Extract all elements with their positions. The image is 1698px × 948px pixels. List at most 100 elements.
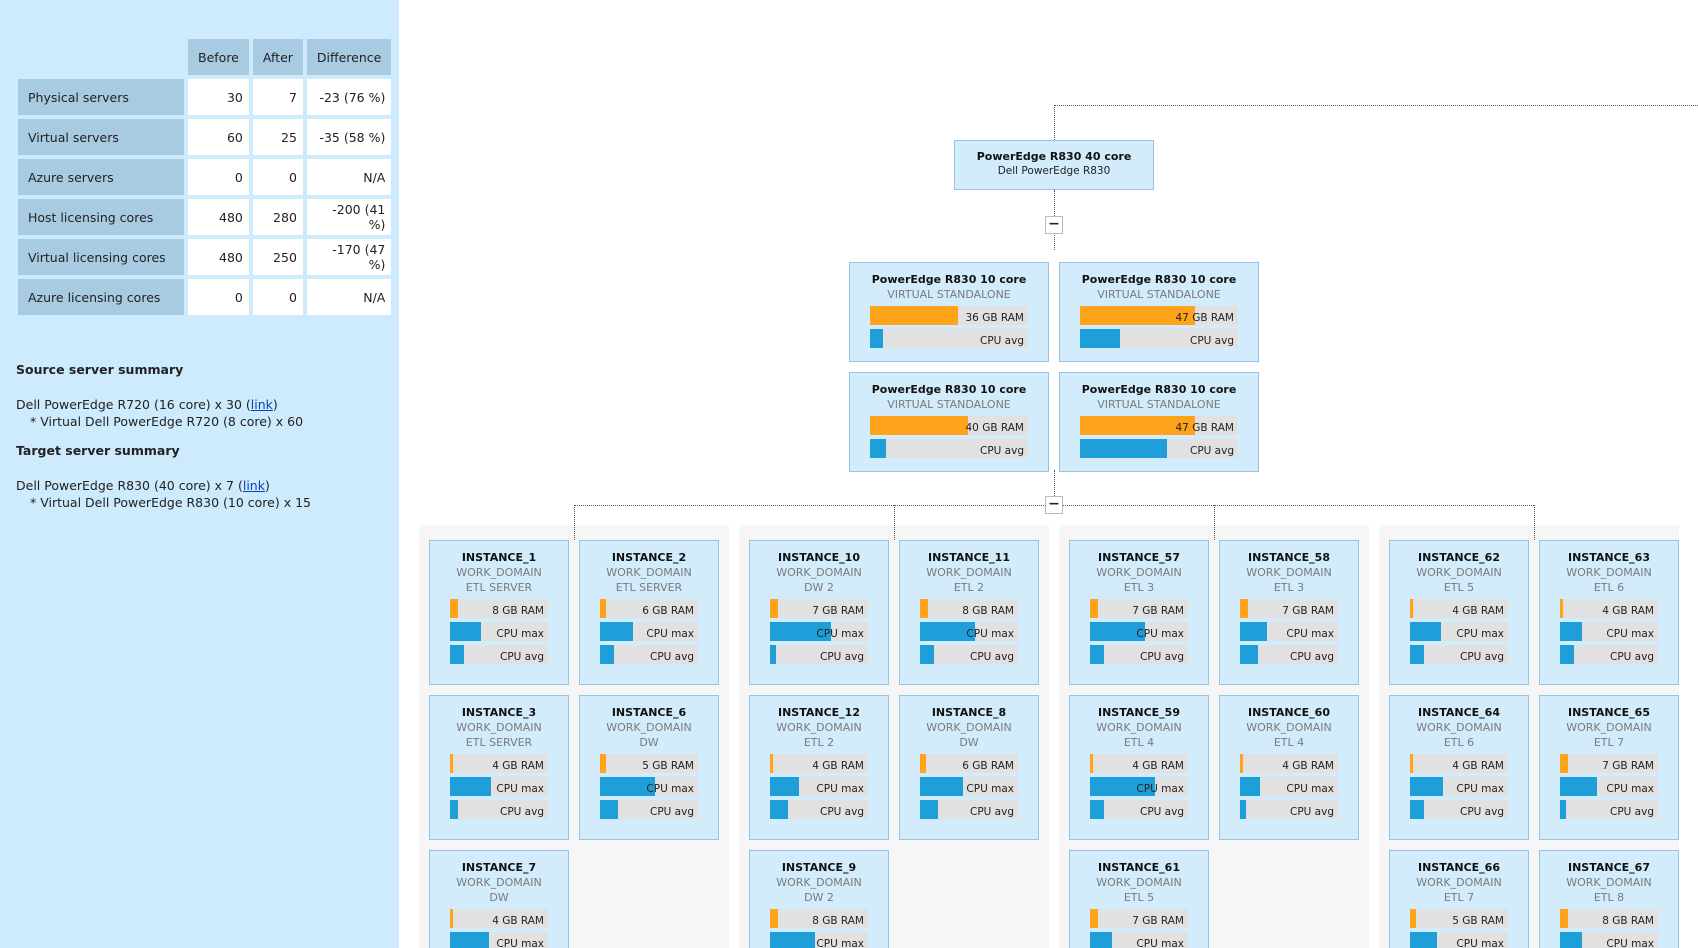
ram-usage-bar: 8 GB RAM <box>920 599 1018 618</box>
vm-title: PowerEdge R830 10 core <box>1081 273 1237 286</box>
cpu-usage-bar: CPU max <box>1560 777 1658 796</box>
ram-fill <box>1090 754 1093 773</box>
instance-node[interactable]: INSTANCE_60 WORK_DOMAIN ETL 4 4 GB RAM CPU m… <box>1219 695 1359 840</box>
cpu-usage-bar: CPU avg <box>770 800 868 819</box>
instance-node[interactable]: INSTANCE_12 WORK_DOMAIN ETL 2 4 GB RAM CPU m… <box>749 695 889 840</box>
virtual-server-node[interactable]: PowerEdge R830 10 core VIRTUAL STANDALONE… <box>1059 262 1259 362</box>
instance-node[interactable]: INSTANCE_67 WORK_DOMAIN ETL 8 8 GB RAM CPU m… <box>1539 850 1679 948</box>
instance-node[interactable]: INSTANCE_6 WORK_DOMAIN DW 5 GB RAM CPU max CP… <box>579 695 719 840</box>
bar-label: CPU max <box>1606 783 1654 795</box>
instance-role: ETL SERVER <box>465 581 533 594</box>
row-label: Host licensing cores <box>18 199 184 235</box>
bar-label: 4 GB RAM <box>812 760 864 772</box>
instance-node[interactable]: INSTANCE_62 WORK_DOMAIN ETL 5 4 GB RAM CPU m… <box>1389 540 1529 685</box>
ram-fill <box>1090 909 1098 928</box>
instance-node[interactable]: INSTANCE_63 WORK_DOMAIN ETL 6 4 GB RAM CPU m… <box>1539 540 1679 685</box>
ram-fill <box>770 909 778 928</box>
instance-node[interactable]: INSTANCE_7WORK_DOMAINDW4 GB RAMCPU maxCP… <box>429 850 569 948</box>
source-summary-close: ) <box>272 397 278 412</box>
cpu-fill <box>1240 777 1260 796</box>
source-summary-link[interactable]: link <box>251 397 273 412</box>
bar-label: CPU max <box>1606 938 1654 948</box>
instance-node[interactable]: INSTANCE_57 WORK_DOMAIN ETL 3 7 GB RAM CPU m… <box>1069 540 1209 685</box>
before-value: 480 <box>188 199 249 235</box>
bar-label: CPU avg <box>820 651 864 663</box>
instance-node[interactable]: INSTANCE_10 WORK_DOMAIN DW 2 7 GB RAM CPU ma… <box>749 540 889 685</box>
instance-domain: WORK_DOMAIN <box>776 566 862 579</box>
virtual-server-node[interactable]: PowerEdge R830 10 core VIRTUAL STANDALONE… <box>849 262 1049 362</box>
ram-usage-bar: 6 GB RAM <box>600 599 698 618</box>
instance-domain: WORK_DOMAIN <box>606 721 692 734</box>
instance-domain: WORK_DOMAIN <box>1096 566 1182 579</box>
instance-node[interactable]: INSTANCE_1 WORK_DOMAIN ETL SERVER 8 GB RAM C… <box>429 540 569 685</box>
bar-label: CPU avg <box>970 651 1014 663</box>
cpu-usage-bar: CPU avg <box>770 645 868 664</box>
instance-domain: WORK_DOMAIN <box>1416 721 1502 734</box>
difference-value: -23 (76 %) <box>306 79 392 115</box>
after-value: 25 <box>252 119 303 155</box>
instance-node[interactable]: INSTANCE_2 WORK_DOMAIN ETL SERVER 6 GB RAM C… <box>579 540 719 685</box>
bar-label: CPU avg <box>1190 335 1234 347</box>
target-summary-close: ) <box>264 478 270 493</box>
ram-usage-bar: 8 GB RAM <box>770 909 868 928</box>
target-summary-link[interactable]: link <box>243 478 265 493</box>
instance-node[interactable]: INSTANCE_9 WORK_DOMAIN DW 2 8 GB RAM CPU max… <box>749 850 889 948</box>
instance-role: ETL 6 <box>1443 736 1475 749</box>
instance-domain: WORK_DOMAIN <box>456 721 542 734</box>
row-label: Virtual servers <box>18 119 184 155</box>
virtual-server-node[interactable]: PowerEdge R830 10 core VIRTUAL STANDALONE… <box>1059 372 1259 472</box>
ram-usage-bar: 7 GB RAM <box>1240 599 1338 618</box>
bar-label: CPU avg <box>1460 651 1504 663</box>
instance-role: ETL 7 <box>1443 891 1475 904</box>
instance-node[interactable]: INSTANCE_8 WORK_DOMAIN DW 6 GB RAM CPU max CP… <box>899 695 1039 840</box>
instance-node[interactable]: INSTANCE_66 WORK_DOMAIN ETL 7 5 GB RAM CPU m… <box>1389 850 1529 948</box>
collapse-toggle-button[interactable]: − <box>1045 216 1063 234</box>
virtual-server-node[interactable]: PowerEdge R830 10 core VIRTUAL STANDALONE… <box>849 372 1049 472</box>
cpu-fill <box>1410 800 1424 819</box>
bar-label: CPU max <box>966 783 1014 795</box>
difference-value: N/A <box>306 279 392 315</box>
before-value: 480 <box>188 239 249 275</box>
instance-node[interactable]: INSTANCE_65 WORK_DOMAIN ETL 7 7 GB RAM CPU m… <box>1539 695 1679 840</box>
instance-role: ETL 4 <box>1123 736 1155 749</box>
cpu-usage-bar: CPU avg <box>1560 645 1658 664</box>
host-subtitle: Dell PowerEdge R830 <box>997 165 1111 177</box>
server-tree-canvas[interactable]: − − PowerEdge R830 40 core Dell PowerEdg… <box>399 0 1698 948</box>
host-server-node[interactable]: PowerEdge R830 40 core Dell PowerEdge R8… <box>954 140 1154 190</box>
ram-fill <box>1560 909 1568 928</box>
instance-name: INSTANCE_61 <box>1098 861 1180 874</box>
vm-type: VIRTUAL STANDALONE <box>887 398 1011 411</box>
after-value: 250 <box>252 239 303 275</box>
instance-node[interactable]: INSTANCE_64 WORK_DOMAIN ETL 6 4 GB RAM CPU m… <box>1389 695 1529 840</box>
instance-node[interactable]: INSTANCE_61 WORK_DOMAIN ETL 5 7 GB RAM CPU m… <box>1069 850 1209 948</box>
source-summary-text: Dell PowerEdge R720 (16 core) x 30 ( <box>16 397 251 412</box>
instance-node[interactable]: INSTANCE_58 WORK_DOMAIN ETL 3 7 GB RAM CPU m… <box>1219 540 1359 685</box>
cpu-usage-bar: CPU max <box>1090 622 1188 641</box>
cpu-usage-bar: CPU avg <box>920 645 1018 664</box>
cpu-fill <box>450 645 464 664</box>
cpu-usage-bar: CPU avg <box>1240 800 1338 819</box>
ram-usage-bar: 4 GB RAM <box>1090 754 1188 773</box>
table-row: Physical servers 30 7 -23 (76 %) <box>18 79 392 115</box>
bar-label: 5 GB RAM <box>642 760 694 772</box>
bar-label: CPU max <box>1136 783 1184 795</box>
target-summary-title: Target server summary <box>16 443 180 458</box>
instance-node[interactable]: INSTANCE_59 WORK_DOMAIN ETL 4 4 GB RAM CPU m… <box>1069 695 1209 840</box>
instance-name: INSTANCE_57 <box>1098 551 1180 564</box>
ram-fill <box>1410 909 1416 928</box>
difference-value: N/A <box>306 159 392 195</box>
cpu-usage-bar: CPU max <box>770 932 868 948</box>
collapse-toggle-button[interactable]: − <box>1045 496 1063 514</box>
cpu-fill <box>1090 932 1112 948</box>
bar-label: 6 GB RAM <box>962 760 1014 772</box>
cpu-fill <box>1240 622 1268 641</box>
instance-node[interactable]: INSTANCE_11 WORK_DOMAIN ETL 2 8 GB RAM CPU m… <box>899 540 1039 685</box>
before-value: 60 <box>188 119 249 155</box>
bar-label: CPU max <box>1286 783 1334 795</box>
instance-node[interactable]: INSTANCE_3 WORK_DOMAIN ETL SERVER 4 GB RAM C… <box>429 695 569 840</box>
bar-label: CPU avg <box>1140 806 1184 818</box>
after-value: 280 <box>252 199 303 235</box>
cpu-usage-bar: CPU max <box>920 622 1018 641</box>
instance-name: INSTANCE_59 <box>1098 706 1180 719</box>
bar-label: 4 GB RAM <box>492 760 544 772</box>
